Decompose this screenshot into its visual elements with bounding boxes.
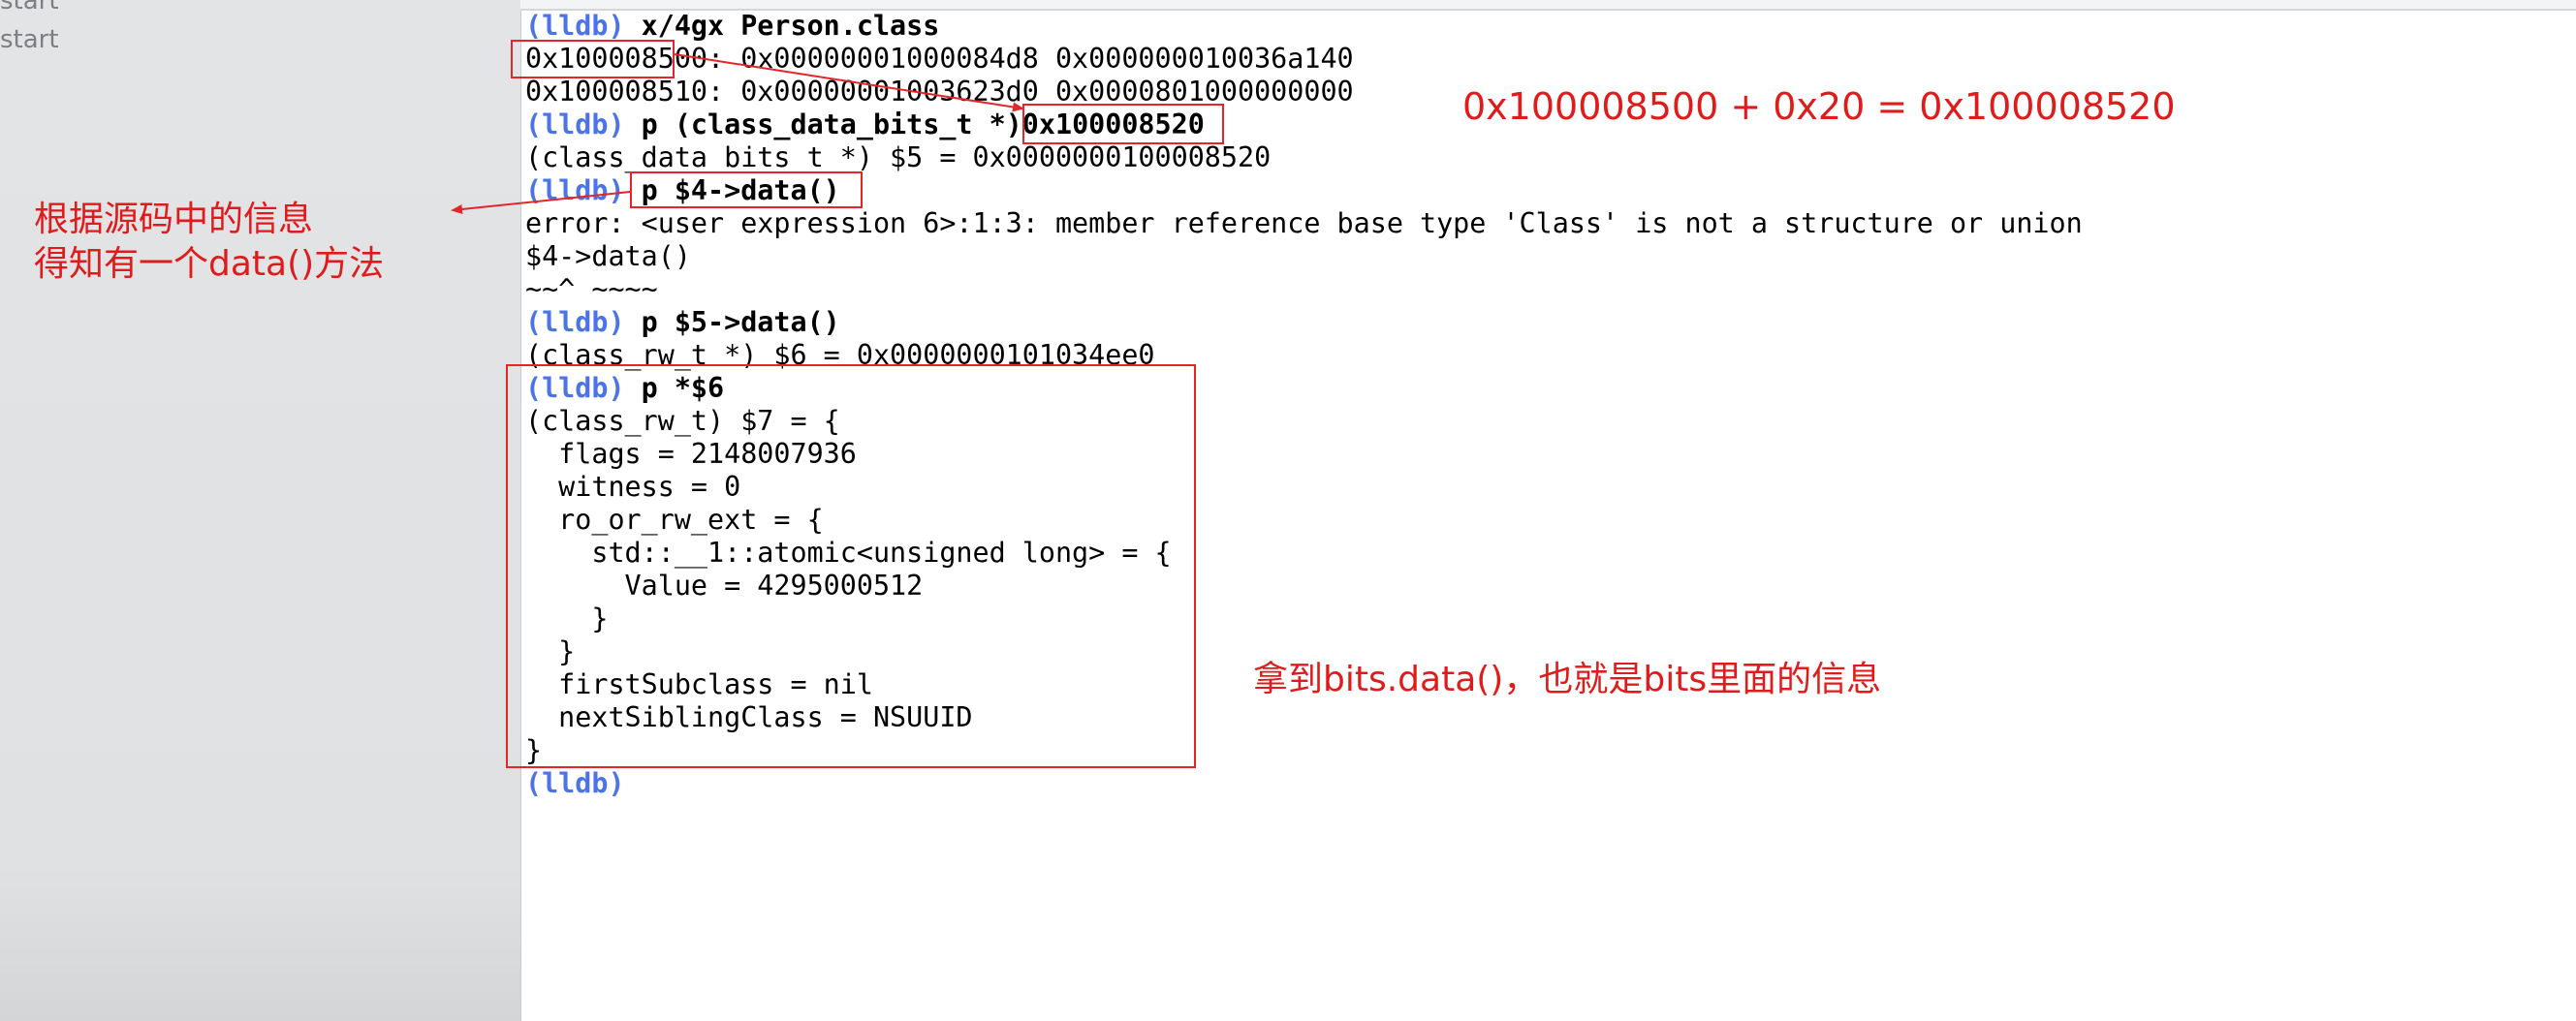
- address-arrow: [674, 53, 1024, 112]
- data-method-arrow: [451, 191, 631, 214]
- annotation-arrows: [451, 53, 1024, 214]
- bits-info-note: 拿到bits.data()，也就是bits里面的信息: [1253, 660, 1882, 699]
- source-info-line-2: 得知有一个data()方法: [34, 244, 385, 284]
- address-calc-note: 0x100008500 + 0x20 = 0x100008520: [1462, 85, 2176, 128]
- source-info-note: 根据源码中的信息 得知有一个data()方法: [34, 198, 384, 287]
- source-info-line-1: 根据源码中的信息: [34, 200, 314, 239]
